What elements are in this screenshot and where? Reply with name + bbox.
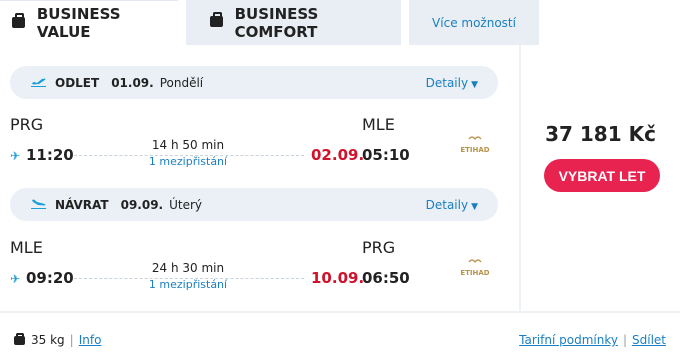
baggage-allowance: 35 kg: [31, 333, 65, 347]
outbound-details-label: Detaily: [425, 75, 469, 90]
inbound-stops: 1 mezipřistání: [148, 278, 228, 291]
flight-card: ODLET 01.09. Pondělí Detaily ▼ PRG ✈ 11:2…: [0, 45, 680, 313]
inbound-date: 09.09.: [120, 197, 164, 212]
price-panel: 37 181 Kč VYBRAT LET: [521, 45, 680, 311]
tab-business-comfort-label: BUSINESS COMFORT: [234, 4, 319, 41]
outbound-duration: 14 h 50 min: [151, 138, 225, 152]
outbound-arr-date: 02.09.: [311, 146, 365, 164]
tab-business-comfort[interactable]: BUSINESS COMFORT: [186, 0, 401, 45]
tab-business-value[interactable]: BUSINESS VALUE: [0, 0, 178, 45]
separator: |: [622, 333, 627, 347]
inbound-type-label: NÁVRAT: [55, 197, 109, 212]
inbound-to-code: PRG: [362, 238, 396, 257]
etihad-logo: ETIHAD: [455, 134, 495, 156]
plane-icon: ✈: [10, 149, 21, 163]
itinerary-panel: ODLET 01.09. Pondělí Detaily ▼ PRG ✈ 11:2…: [0, 45, 519, 311]
card-footer: 35 kg | Info Tarifní podmínky | Sdílet: [0, 313, 680, 353]
etihad-logo-text: ETIHAD: [460, 269, 489, 277]
suitcase-icon: [14, 332, 25, 345]
tab-more-options-label: Více možností: [432, 15, 516, 30]
inbound-segment: MLE ✈ 09:20 24 h 30 min 1 mezipřistání P…: [0, 235, 519, 315]
chevron-down-icon: ▼: [471, 79, 478, 90]
inbound-arr-time: 06:50: [362, 269, 410, 287]
inbound-dep-time: 09:20: [26, 269, 74, 287]
outbound-dep-time: 11:20: [26, 146, 74, 164]
tab-more-options[interactable]: Více možností: [409, 0, 539, 45]
select-flight-button[interactable]: VYBRAT LET: [544, 159, 660, 192]
outbound-weekday: Pondělí: [159, 75, 204, 90]
outbound-header: ODLET 01.09. Pondělí Detaily ▼: [10, 66, 498, 99]
outbound-details-link[interactable]: Detaily ▼: [426, 76, 478, 90]
separator: |: [69, 333, 74, 347]
inbound-details-link[interactable]: Detaily ▼: [426, 198, 478, 212]
etihad-logo-text: ETIHAD: [460, 146, 489, 154]
inbound-arr-date: 10.09.: [311, 269, 365, 287]
baggage-info: 35 kg | Info: [14, 332, 102, 347]
inbound-from-code: MLE: [10, 238, 43, 257]
outbound-arr-time: 05:10: [362, 146, 410, 164]
suitcase-icon: [210, 12, 223, 27]
outbound-to-code: MLE: [362, 115, 395, 134]
inbound-header: NÁVRAT 09.09. Úterý Detaily ▼: [10, 188, 498, 221]
info-link[interactable]: Info: [79, 333, 102, 347]
etihad-logo: ETIHAD: [455, 257, 495, 279]
inbound-details-label: Detaily: [425, 197, 469, 212]
plane-landing-icon: [30, 196, 47, 214]
total-price: 37 181 Kč: [545, 122, 656, 146]
tab-business-value-label: BUSINESS VALUE: [36, 5, 121, 41]
plane-takeoff-icon: [30, 74, 47, 92]
outbound-from-code: PRG: [10, 115, 44, 134]
plane-icon: ✈: [10, 272, 21, 286]
fare-conditions-link[interactable]: Tarifní podmínky: [519, 333, 618, 347]
inbound-duration: 24 h 30 min: [151, 261, 225, 275]
fare-tabs: BUSINESS VALUE BUSINESS COMFORT Více mož…: [0, 0, 680, 45]
outbound-stops: 1 mezipřistání: [148, 155, 228, 168]
outbound-date: 01.09.: [111, 75, 154, 90]
outbound-segment: PRG ✈ 11:20 14 h 50 min 1 mezipřistání M…: [0, 112, 519, 192]
outbound-type-label: ODLET: [55, 75, 100, 90]
suitcase-icon: [12, 12, 25, 28]
chevron-down-icon: ▼: [471, 201, 478, 212]
footer-links: Tarifní podmínky | Sdílet: [519, 333, 666, 347]
share-link[interactable]: Sdílet: [632, 333, 666, 347]
inbound-weekday: Úterý: [169, 197, 203, 212]
